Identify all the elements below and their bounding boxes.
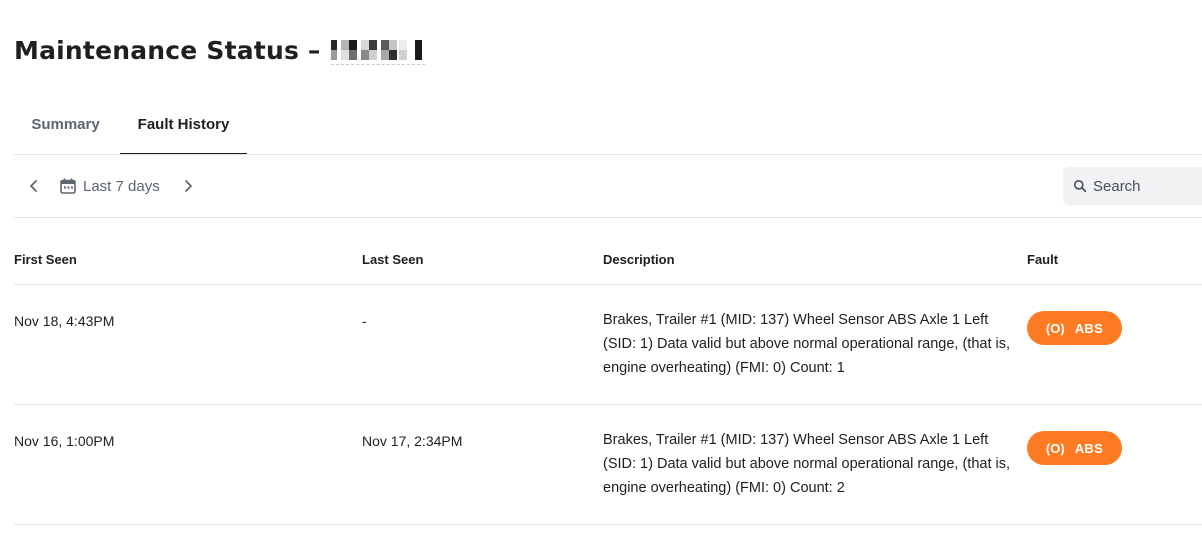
page-header: Maintenance Status – xyxy=(14,30,425,70)
last-seen-cell: Nov 17, 2:34PM xyxy=(362,433,463,449)
table-row[interactable]: Nov 16, 1:00PM Nov 17, 2:34PM Brakes, Tr… xyxy=(14,405,1202,525)
previous-period-button[interactable] xyxy=(24,175,44,197)
abs-brake-icon: (O) xyxy=(1045,320,1065,336)
page-title: Maintenance Status – xyxy=(14,35,321,65)
table-header: First Seen Last Seen Description Fault xyxy=(14,218,1202,285)
table-row[interactable]: Nov 18, 4:43PM - Brakes, Trailer #1 (MID… xyxy=(14,285,1202,405)
search-box[interactable] xyxy=(1063,167,1202,205)
fault-history-table: First Seen Last Seen Description Fault N… xyxy=(14,218,1202,525)
tab-bar: Summary Fault History xyxy=(14,104,1202,155)
last-seen-cell: - xyxy=(362,313,367,329)
fault-badge-abs[interactable]: (O) ABS xyxy=(1027,431,1122,465)
chevron-right-icon xyxy=(185,180,192,192)
chevron-left-icon xyxy=(30,180,37,192)
column-header-last-seen[interactable]: Last Seen xyxy=(362,252,423,267)
tab-fault-history[interactable]: Fault History xyxy=(120,104,247,154)
calendar-icon xyxy=(60,178,76,194)
first-seen-cell: Nov 16, 1:00PM xyxy=(14,433,115,449)
abs-brake-icon: (O) xyxy=(1045,440,1065,456)
search-input[interactable] xyxy=(1093,177,1193,195)
date-range-label: Last 7 days xyxy=(83,177,160,195)
fault-label: ABS xyxy=(1074,320,1104,336)
fault-badge-abs[interactable]: (O) ABS xyxy=(1027,311,1122,345)
maintenance-status-page: Maintenance Status – Summary Fault Histo… xyxy=(0,0,1202,550)
description-cell: Brakes, Trailer #1 (MID: 137) Wheel Sens… xyxy=(603,312,1011,376)
next-period-button[interactable] xyxy=(178,175,198,197)
redacted-vehicle-name xyxy=(330,36,425,65)
fault-label: ABS xyxy=(1074,440,1104,456)
tab-summary[interactable]: Summary xyxy=(14,104,117,154)
column-header-first-seen[interactable]: First Seen xyxy=(14,252,77,267)
description-cell: Brakes, Trailer #1 (MID: 137) Wheel Sens… xyxy=(603,432,1011,496)
date-toolbar: Last 7 days xyxy=(14,155,1202,218)
date-range-picker[interactable]: Last 7 days xyxy=(59,174,160,198)
search-icon xyxy=(1074,180,1087,193)
column-header-description[interactable]: Description xyxy=(603,252,675,267)
column-header-fault[interactable]: Fault xyxy=(1027,252,1058,267)
first-seen-cell: Nov 18, 4:43PM xyxy=(14,313,115,329)
